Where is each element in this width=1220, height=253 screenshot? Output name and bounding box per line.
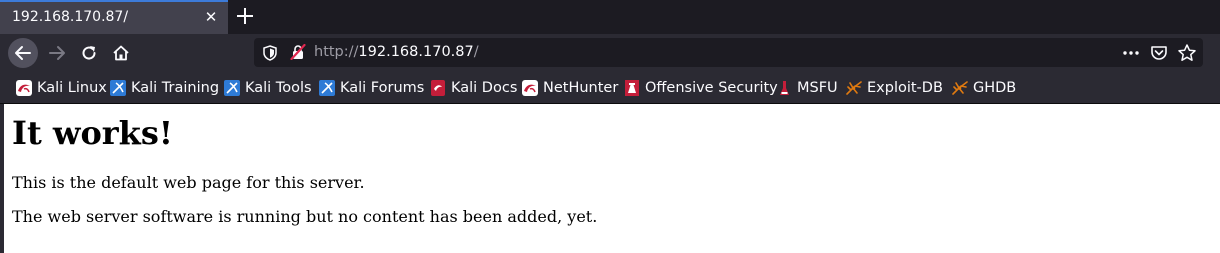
bookmark-label: Kali Training	[131, 80, 220, 96]
bookmark-kali-forums[interactable]: Kali Forums	[319, 79, 424, 97]
bookmark-msfu[interactable]: MSFU	[776, 79, 838, 97]
bookmark-offensive-security[interactable]: Offensive Security	[624, 79, 778, 97]
forward-button[interactable]	[42, 38, 72, 68]
new-tab-button[interactable]	[234, 5, 256, 27]
bookmark-kali-tools[interactable]: Kali Tools	[224, 79, 312, 97]
exploit-db-icon	[846, 81, 862, 95]
tab-title: 192.168.170.87/	[12, 9, 129, 25]
url-protocol: http://	[314, 44, 359, 60]
bookmark-star-icon[interactable]	[1177, 43, 1197, 63]
ghdb-icon	[952, 81, 968, 95]
page-content: It works! This is the default web page f…	[0, 104, 1220, 253]
plus-icon	[237, 8, 253, 24]
reload-icon	[82, 46, 96, 60]
navigation-toolbar: http://192.168.170.87/	[0, 34, 1220, 72]
bookmark-label: Kali Docs	[451, 80, 518, 96]
tab-active[interactable]: 192.168.170.87/ ✕	[0, 0, 228, 34]
url-path: /	[473, 44, 479, 60]
bookmark-label: GHDB	[973, 80, 1017, 96]
bookmark-label: Offensive Security	[645, 80, 778, 96]
bookmark-exploit-db[interactable]: Exploit-DB	[846, 79, 943, 97]
page-heading: It works!	[12, 114, 173, 152]
insecure-lock-icon[interactable]	[290, 44, 306, 60]
pocket-icon[interactable]	[1149, 43, 1169, 63]
bookmark-kali-linux[interactable]: Kali Linux	[16, 79, 107, 97]
address-bar[interactable]: http://192.168.170.87/	[254, 38, 1203, 67]
bookmark-label: Kali Linux	[37, 80, 107, 96]
arrow-left-icon	[15, 46, 31, 60]
bookmark-label: Exploit-DB	[867, 80, 943, 96]
home-icon	[113, 45, 129, 61]
nethunter-icon	[522, 80, 538, 96]
back-button[interactable]	[8, 38, 38, 68]
reload-button[interactable]	[74, 38, 104, 68]
bookmark-label: NetHunter	[543, 80, 619, 96]
kali-training-icon	[110, 80, 126, 96]
url-host: 192.168.170.87	[358, 44, 474, 60]
bookmark-ghdb[interactable]: GHDB	[952, 79, 1016, 97]
bookmark-label: Kali Tools	[245, 80, 312, 96]
page-paragraph: This is the default web page for this se…	[12, 173, 365, 192]
shield-icon[interactable]	[262, 45, 278, 61]
bookmark-kali-training[interactable]: Kali Training	[110, 79, 219, 97]
bookmark-nethunter[interactable]: NetHunter	[522, 79, 618, 97]
home-button[interactable]	[106, 38, 136, 68]
close-tab-icon[interactable]: ✕	[202, 8, 220, 26]
kali-forums-icon	[319, 80, 335, 96]
url-text[interactable]: http://192.168.170.87/	[314, 44, 479, 60]
kali-dragon-icon	[16, 80, 32, 96]
bookmark-label: Kali Forums	[340, 80, 425, 96]
bookmark-kali-docs[interactable]: Kali Docs	[430, 79, 517, 97]
arrow-right-icon	[49, 46, 65, 60]
offsec-icon	[625, 80, 639, 96]
bookmark-label: MSFU	[797, 80, 838, 96]
bookmarks-toolbar: Kali Linux Kali Training Kali Tools Kali…	[0, 72, 1220, 104]
page-paragraph: The web server software is running but n…	[12, 207, 598, 226]
msfu-icon	[780, 81, 789, 95]
kali-tools-icon	[224, 80, 240, 96]
kali-docs-icon	[431, 80, 445, 96]
tab-strip: 192.168.170.87/ ✕	[0, 0, 1220, 34]
more-actions-icon[interactable]	[1121, 43, 1141, 63]
